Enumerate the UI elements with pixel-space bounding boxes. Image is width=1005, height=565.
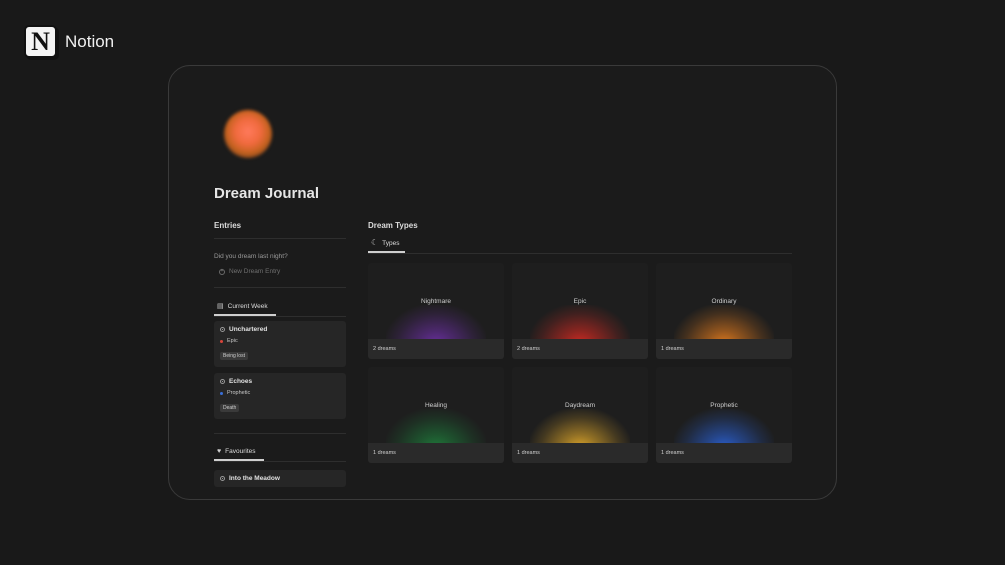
dream-count: 1 dreams — [656, 339, 792, 359]
tab-types[interactable]: ☾ Types — [368, 239, 405, 253]
tab-underline — [368, 253, 792, 254]
favourite-card[interactable]: Into the Meadow — [214, 470, 346, 487]
plus-circle-icon: + — [219, 268, 225, 275]
entry-title: Into the Meadow — [229, 475, 280, 482]
type-dot-icon — [220, 391, 223, 395]
dream-type-card[interactable]: Daydream 1 dreams — [512, 367, 648, 463]
brand-name: Notion — [65, 31, 115, 51]
divider — [214, 238, 346, 239]
dream-count: 2 dreams — [512, 339, 648, 359]
moon-icon: ☾ — [371, 238, 379, 247]
dream-count: 1 dreams — [656, 443, 792, 463]
dream-type-name: Prophetic — [710, 402, 738, 409]
entries-column: Entries Did you dream last night? + New … — [214, 221, 346, 487]
entry-title: Unchartered — [229, 326, 268, 333]
dream-count: 2 dreams — [368, 339, 504, 359]
entry-tag: Death — [220, 404, 240, 412]
notion-brand: N Notion — [24, 25, 114, 58]
tab-favourites[interactable]: ♥ Favourites — [214, 448, 264, 461]
logo-letter: N — [31, 26, 50, 56]
gradient-orb-icon — [224, 110, 272, 158]
new-entry-label: New Dream Entry — [229, 268, 281, 275]
dream-type-name: Daydream — [565, 402, 595, 409]
heart-icon: ♥ — [217, 448, 222, 455]
divider — [214, 433, 346, 434]
entry-tag: Being lost — [220, 352, 248, 360]
tab-underline — [214, 316, 346, 317]
dream-prompt: Did you dream last night? — [214, 253, 288, 260]
tab-current-week-label: Current Week — [227, 302, 268, 310]
entry-card-unchartered[interactable]: Unchartered Epic Being lost — [214, 321, 346, 367]
entries-heading: Entries — [214, 221, 242, 230]
dream-type-name: Epic — [573, 298, 587, 305]
tab-types-label: Types — [382, 239, 400, 247]
tab-current-week[interactable]: ▤ Current Week — [214, 302, 276, 316]
dream-type-card[interactable]: Ordinary 1 dreams — [656, 263, 792, 359]
entry-bullet-icon — [220, 476, 225, 481]
entry-card-echoes[interactable]: Echoes Prophetic Death — [214, 373, 346, 419]
dream-type-card[interactable]: Nightmare 2 dreams — [368, 263, 504, 359]
dream-type-card[interactable]: Epic 2 dreams — [512, 263, 648, 359]
dream-type-name: Nightmare — [421, 298, 451, 305]
entry-type: Epic — [227, 338, 238, 344]
dream-type-name: Healing — [424, 402, 448, 409]
dream-type-card[interactable]: Prophetic 1 dreams — [656, 367, 792, 463]
page-title: Dream Journal — [214, 185, 320, 202]
notion-logo-icon: N — [24, 25, 57, 58]
tab-favourites-label: Favourites — [225, 448, 256, 455]
dream-type-card[interactable]: Healing 1 dreams — [368, 367, 504, 463]
dream-types-heading: Dream Types — [368, 221, 418, 230]
entry-bullet-icon — [220, 327, 225, 332]
dream-count: 1 dreams — [368, 443, 504, 463]
entry-bullet-icon — [220, 379, 225, 384]
tab-underline — [214, 461, 346, 462]
dream-types-column: Dream Types ☾ Types Nightmare 2 dreams E… — [368, 221, 792, 463]
calendar-icon: ▤ — [217, 303, 224, 310]
dream-type-name: Ordinary — [711, 298, 737, 305]
notion-page-frame: Dream Journal Entries Did you dream last… — [168, 65, 837, 500]
new-dream-entry-button[interactable]: + New Dream Entry — [219, 268, 346, 275]
dream-count: 1 dreams — [512, 443, 648, 463]
entry-title: Echoes — [229, 378, 253, 385]
type-dot-icon — [220, 339, 223, 343]
divider — [214, 287, 346, 288]
entry-type: Prophetic — [227, 390, 251, 396]
